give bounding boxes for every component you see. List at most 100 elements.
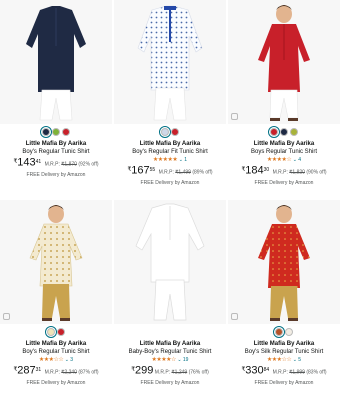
- rating-count[interactable]: 5: [298, 357, 301, 363]
- rating-count[interactable]: 4: [298, 157, 301, 163]
- mrp-label: M.R.P:: [158, 169, 174, 176]
- color-swatches: [0, 326, 112, 338]
- price-fraction: 41: [35, 159, 42, 165]
- product-image[interactable]: [114, 200, 226, 324]
- delivery-info: FREE Delivery by Amazon: [140, 379, 200, 386]
- product-image[interactable]: [0, 0, 112, 124]
- chevron-down-icon: ⌄: [178, 157, 183, 163]
- price-line: ₹14341 M.R.P: ₹1,870 (92% off): [0, 156, 112, 171]
- chevron-down-icon: ⌄: [177, 357, 182, 363]
- price-fraction: 55: [149, 167, 156, 173]
- mrp-label: M.R.P:: [154, 369, 171, 376]
- color-swatch[interactable]: [268, 126, 280, 138]
- star-rating: ★★★☆☆: [38, 357, 64, 363]
- product-card[interactable]: Little Mafia By Aarika Boy's Silk Regula…: [228, 200, 340, 398]
- delivery-info: FREE Delivery by Amazon: [26, 379, 86, 386]
- rating-count[interactable]: 19: [183, 357, 189, 363]
- color-swatches: [228, 126, 340, 138]
- product-title[interactable]: Boy's Regular Fit Tunic Shirt: [114, 148, 226, 156]
- rating[interactable]: ★★★★★ ⌄ 1: [114, 156, 226, 164]
- color-swatches: [114, 126, 226, 138]
- rating[interactable]: ★★★★☆ ⌄ 4: [228, 156, 340, 164]
- color-swatch[interactable]: [159, 126, 171, 138]
- star-rating: ★★★★☆: [266, 157, 292, 163]
- price-line: ₹33084 M.R.P: ₹1,999 (83% off): [228, 364, 340, 379]
- product-image[interactable]: [0, 200, 112, 324]
- color-swatch[interactable]: [62, 128, 70, 136]
- product-card[interactable]: Little Mafia By Aarika Boys Regular Tuni…: [228, 0, 340, 198]
- star-rating: ★★★☆☆: [266, 357, 292, 363]
- rating-count[interactable]: 3: [70, 357, 73, 363]
- delivery-info: FREE Delivery by Amazon: [254, 379, 314, 386]
- product-title[interactable]: Boy's Regular Tunic Shirt: [0, 148, 112, 156]
- mrp-value: ₹1,820: [289, 169, 305, 176]
- mrp-label: M.R.P:: [44, 369, 60, 376]
- discount: (87% off): [78, 369, 99, 376]
- price-whole[interactable]: 287: [17, 365, 35, 377]
- rating[interactable]: ★★★☆☆ ⌄ 3: [0, 356, 112, 364]
- compare-checkbox-icon[interactable]: [231, 313, 238, 320]
- color-swatches: [228, 326, 340, 338]
- color-swatch[interactable]: [40, 126, 52, 138]
- mrp-label: M.R.P:: [272, 169, 288, 176]
- discount: (83% off): [306, 369, 327, 376]
- chevron-down-icon: ⌄: [292, 357, 297, 363]
- color-swatch[interactable]: [290, 128, 298, 136]
- product-title[interactable]: Boy's Silk Regular Tunic Shirt: [228, 348, 340, 356]
- price-line: ₹28731 M.R.P: ₹2,240 (87% off): [0, 364, 112, 379]
- delivery-info: FREE Delivery by Amazon: [26, 171, 86, 178]
- chevron-down-icon: ⌄: [64, 357, 69, 363]
- chevron-down-icon: ⌄: [292, 157, 297, 163]
- product-card[interactable]: Little Mafia By Aarika Boy's Regular Tun…: [0, 200, 112, 398]
- rating[interactable]: ★★★★☆ ⌄ 19: [114, 356, 226, 364]
- product-title[interactable]: Boy's Regular Tunic Shirt: [0, 348, 112, 356]
- price-whole[interactable]: 143: [17, 157, 35, 169]
- color-swatch[interactable]: [273, 326, 285, 338]
- color-swatch[interactable]: [57, 328, 65, 336]
- compare-checkbox-icon[interactable]: [3, 313, 10, 320]
- compare-checkbox-icon[interactable]: [231, 113, 238, 120]
- color-swatch[interactable]: [285, 328, 293, 336]
- brand-name: Little Mafia By Aarika: [25, 341, 87, 347]
- mrp-value: ₹2,240: [61, 369, 77, 376]
- product-grid: Little Mafia By Aarika Boy's Regular Tun…: [0, 0, 340, 400]
- color-swatch[interactable]: [45, 326, 57, 338]
- product-card[interactable]: Little Mafia By Aarika Boy's Regular Tun…: [0, 0, 112, 198]
- discount: (90% off): [306, 169, 327, 176]
- color-swatch[interactable]: [171, 128, 179, 136]
- rating[interactable]: ★★★☆☆ ⌄ 5: [228, 356, 340, 364]
- product-card[interactable]: Little Mafia By Aarika Baby-Boy's Regula…: [114, 200, 226, 398]
- color-swatch[interactable]: [52, 128, 60, 136]
- price-fraction: 84: [263, 367, 270, 373]
- product-title[interactable]: Baby-Boy's Regular Tunic Shirt: [114, 348, 226, 356]
- price-whole[interactable]: 167: [131, 165, 149, 177]
- star-rating: ★★★★★: [152, 157, 178, 163]
- brand-name: Little Mafia By Aarika: [25, 141, 87, 147]
- product-image[interactable]: [114, 0, 226, 124]
- brand-name: Little Mafia By Aarika: [139, 341, 201, 347]
- mrp-value: ₹1,870: [61, 161, 77, 168]
- color-swatches: [0, 126, 112, 138]
- product-image[interactable]: [228, 0, 340, 124]
- mrp-value: ₹1,499: [175, 169, 191, 176]
- price-line: ₹299 M.R.P: ₹1,249 (76% off): [114, 364, 226, 379]
- product-card[interactable]: Little Mafia By Aarika Boy's Regular Fit…: [114, 0, 226, 198]
- price-fraction: 30: [263, 167, 270, 173]
- mrp-value: ₹1,999: [289, 369, 305, 376]
- brand-name: Little Mafia By Aarika: [253, 341, 315, 347]
- delivery-info: FREE Delivery by Amazon: [254, 179, 314, 186]
- mrp-value: ₹1,249: [171, 369, 188, 376]
- discount: (92% off): [78, 161, 99, 168]
- discount: (89% off): [192, 169, 213, 176]
- rating-count[interactable]: 1: [184, 157, 187, 163]
- product-image[interactable]: [228, 200, 340, 324]
- price-whole[interactable]: 299: [135, 365, 153, 377]
- mrp-label: M.R.P:: [44, 161, 60, 168]
- delivery-info: FREE Delivery by Amazon: [140, 179, 200, 186]
- product-title[interactable]: Boys Regular Tunic Shirt: [228, 148, 340, 156]
- price-whole[interactable]: 330: [245, 365, 263, 377]
- price-whole[interactable]: 184: [245, 165, 263, 177]
- brand-name: Little Mafia By Aarika: [139, 141, 201, 147]
- price-line: ₹16755 M.R.P: ₹1,499 (89% off): [114, 164, 226, 179]
- color-swatch[interactable]: [280, 128, 288, 136]
